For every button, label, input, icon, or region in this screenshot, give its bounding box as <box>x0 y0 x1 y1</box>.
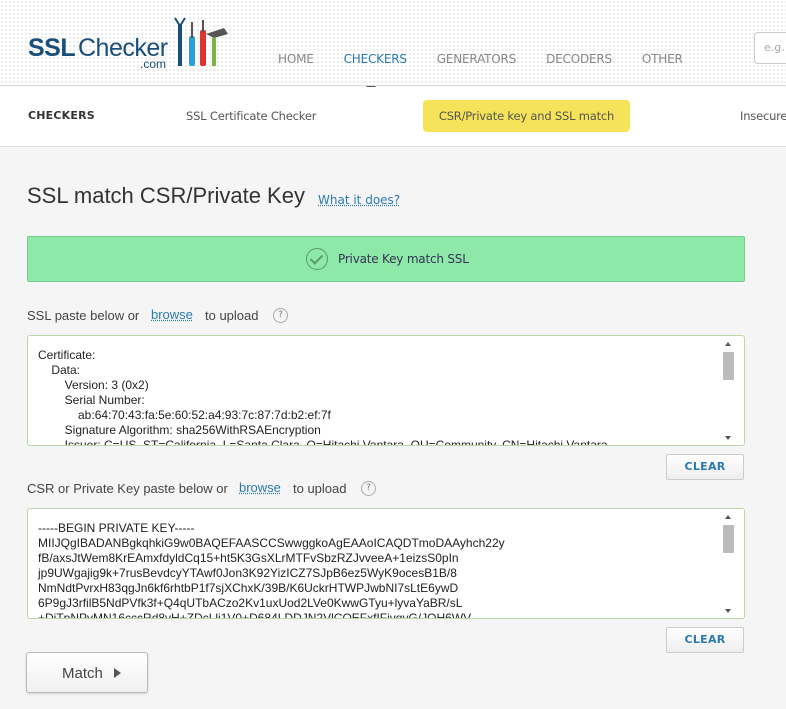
main-nav: HOME CHECKERS GENERATORS DECODERS OTHER <box>278 52 713 66</box>
result-banner: Private Key match SSL <box>27 236 745 282</box>
scroll-thumb[interactable] <box>723 525 734 553</box>
ssl-browse-link[interactable]: browse <box>151 307 193 322</box>
play-arrow-icon <box>114 668 121 678</box>
match-button[interactable]: Match <box>26 652 148 693</box>
logo-com-text: .com <box>140 57 167 71</box>
check-circle-icon <box>306 248 328 270</box>
what-it-does-link[interactable]: What it does? <box>318 193 400 207</box>
ssl-textarea-content: Certificate: Data: Version: 3 (0x2) Seri… <box>38 348 608 446</box>
subnav-title: CHECKERS <box>28 109 95 122</box>
scroll-up-icon[interactable] <box>725 342 731 346</box>
site-header: SSL Checker .com HOME CHECKERS GENERATOR… <box>0 0 786 86</box>
scroll-down-icon[interactable] <box>725 436 731 440</box>
key-help-icon[interactable]: ? <box>361 481 376 496</box>
ssl-scrollbar[interactable] <box>722 339 734 443</box>
key-scrollbar[interactable] <box>722 512 734 616</box>
scroll-up-icon[interactable] <box>725 515 731 519</box>
ssl-clear-button[interactable]: CLEAR <box>666 454 744 480</box>
key-clear-button[interactable]: CLEAR <box>666 627 744 653</box>
ssl-help-icon[interactable]: ? <box>273 308 288 323</box>
subnav-insecure[interactable]: Insecure <box>722 100 786 132</box>
tools-icon <box>174 17 228 66</box>
match-button-label: Match <box>62 665 103 682</box>
scroll-down-icon[interactable] <box>725 609 731 613</box>
nav-other[interactable]: OTHER <box>642 52 683 66</box>
nav-decoders[interactable]: DECODERS <box>546 52 612 66</box>
result-text: Private Key match SSL <box>338 252 469 266</box>
page-title: SSL match CSR/Private Key <box>27 183 305 208</box>
subnav-ssl-checker[interactable]: SSL Certificate Checker <box>168 100 334 132</box>
search-input[interactable]: e.g. <box>754 32 786 64</box>
site-logo[interactable]: SSL Checker .com <box>28 16 238 71</box>
nav-home[interactable]: HOME <box>278 52 314 66</box>
key-field-label: CSR or Private Key paste below or <box>27 481 228 496</box>
sub-nav: CHECKERS SSL Certificate Checker CSR/Pri… <box>0 87 786 147</box>
nav-generators[interactable]: GENERATORS <box>437 52 517 66</box>
scroll-thumb[interactable] <box>723 352 734 380</box>
subnav-csr-match[interactable]: CSR/Private key and SSL match <box>423 100 630 132</box>
ssl-field-label: SSL paste below or <box>27 308 140 323</box>
key-textarea-content: -----BEGIN PRIVATE KEY----- MIIJQgIBADAN… <box>38 521 505 619</box>
key-upload-label: to upload <box>293 481 347 496</box>
ssl-textarea[interactable]: Certificate: Data: Version: 3 (0x2) Seri… <box>27 335 745 446</box>
nav-checkers[interactable]: CHECKERS <box>344 52 407 66</box>
key-textarea[interactable]: -----BEGIN PRIVATE KEY----- MIIJQgIBADAN… <box>27 508 745 619</box>
logo-ssl-text: SSL <box>28 34 76 62</box>
key-browse-link[interactable]: browse <box>239 480 281 495</box>
ssl-upload-label: to upload <box>205 308 259 323</box>
